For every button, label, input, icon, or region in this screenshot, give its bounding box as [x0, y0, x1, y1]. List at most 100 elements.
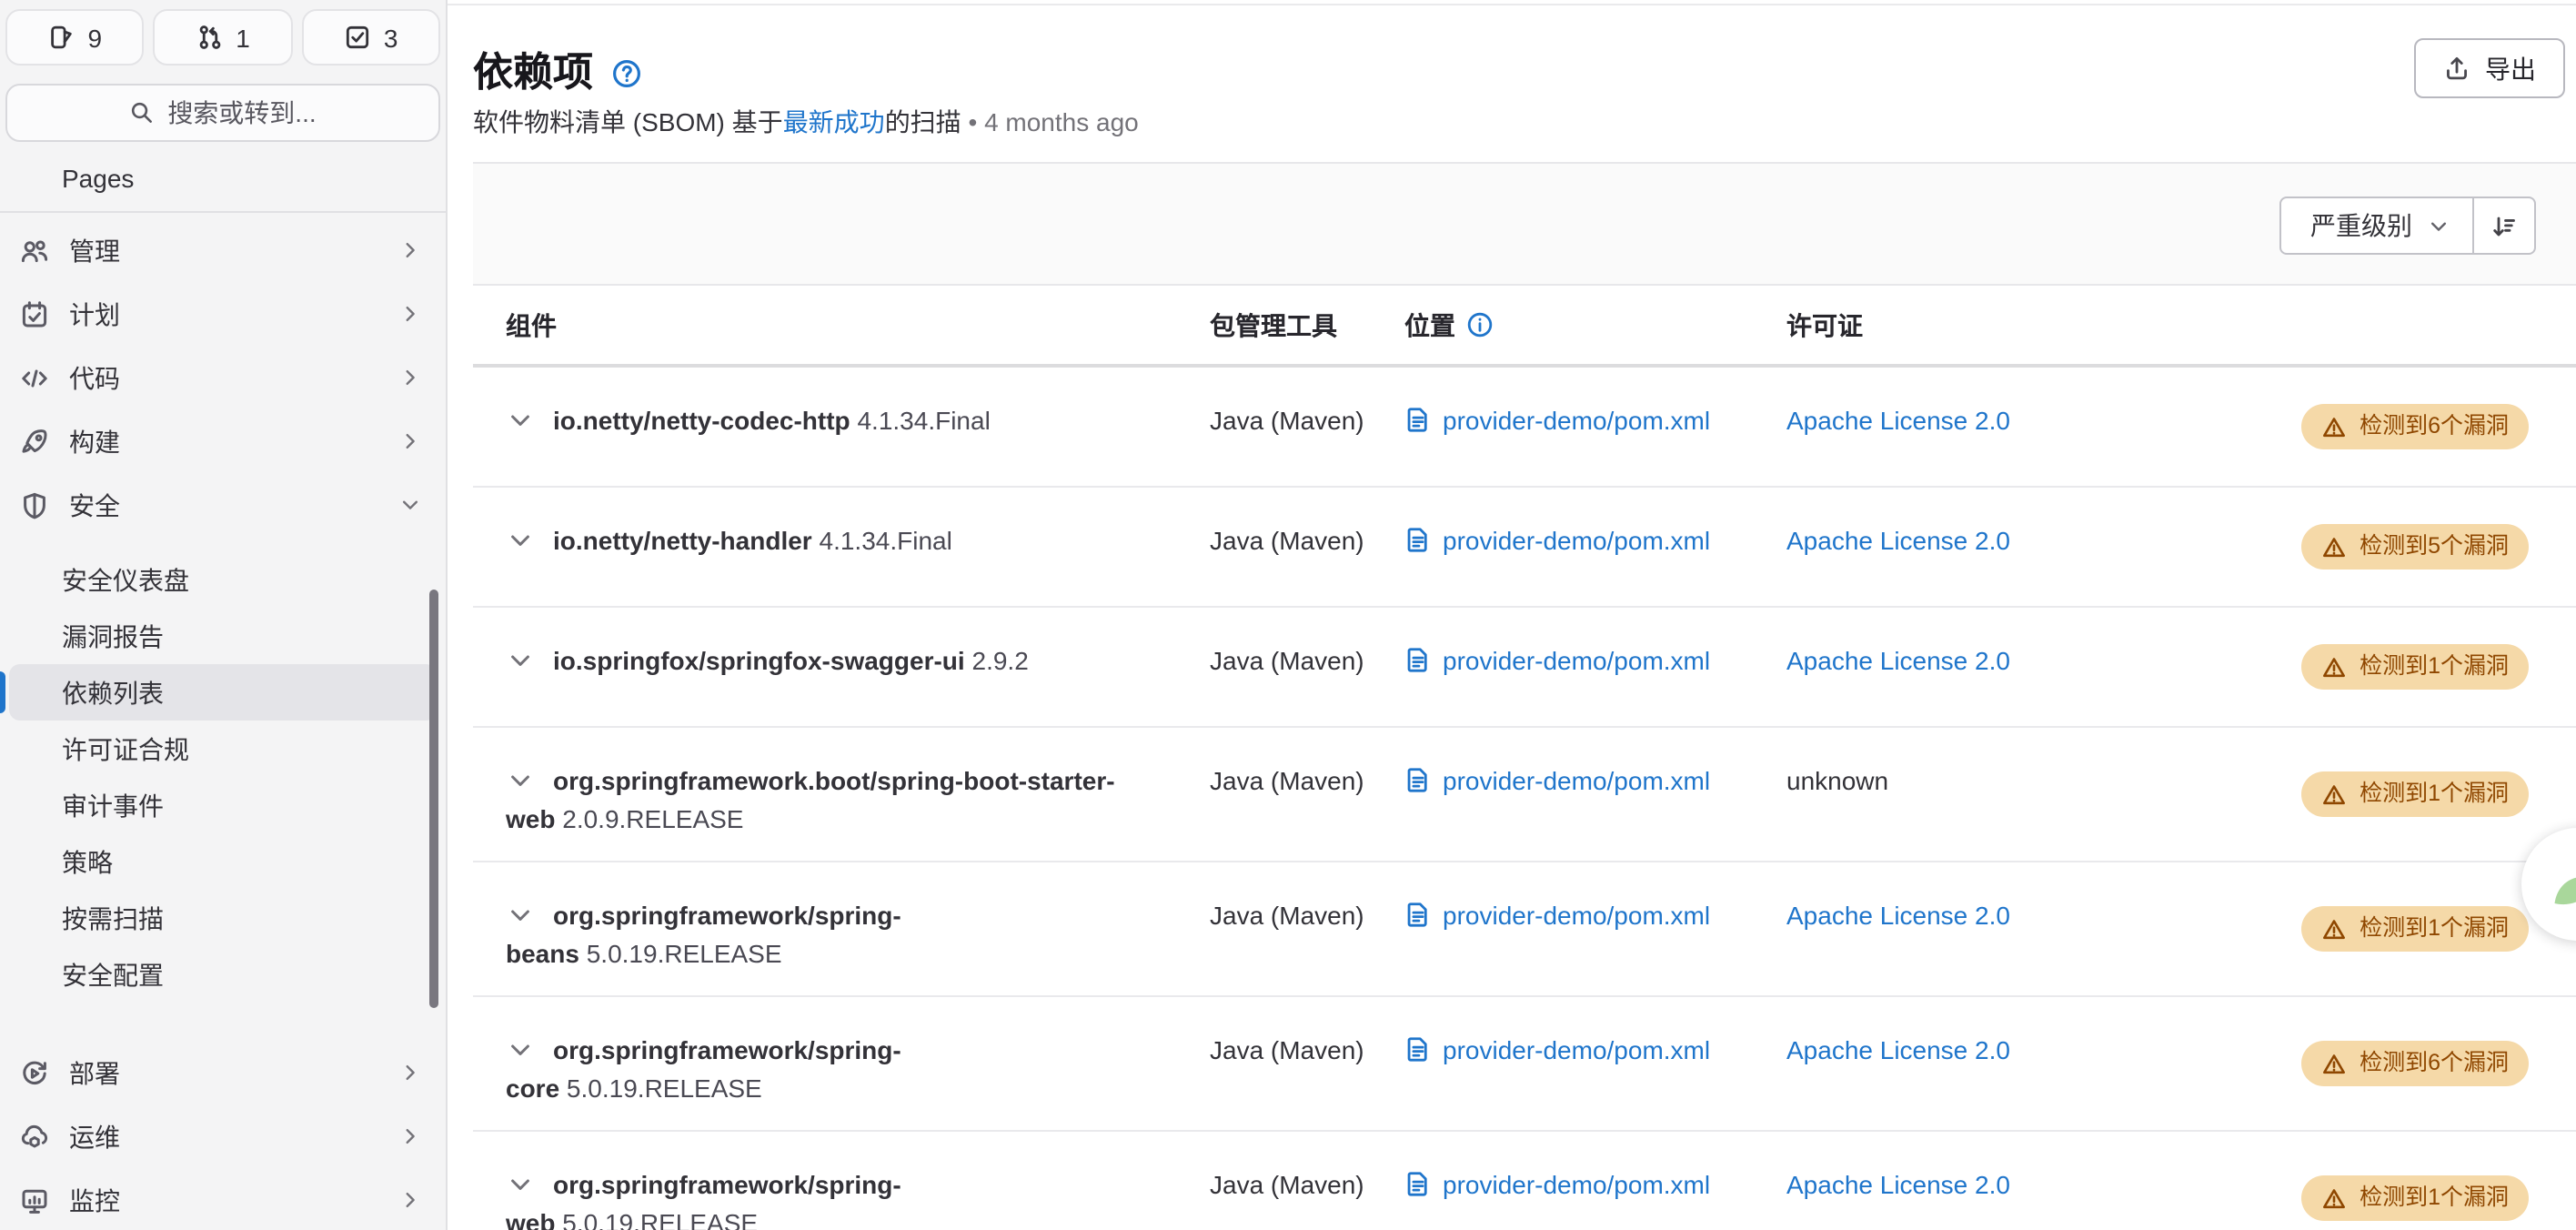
- row-expand-chevron-icon[interactable]: [506, 766, 535, 795]
- counter-button-merge-request[interactable]: 1: [154, 9, 293, 66]
- sort-direction-button[interactable]: [2474, 197, 2536, 255]
- counter-button-todo[interactable]: 3: [301, 9, 440, 66]
- row-expand-chevron-icon[interactable]: [506, 526, 535, 555]
- sidebar-item-label: 构建: [69, 423, 120, 459]
- component-name: org.springframework/spring-: [553, 1035, 901, 1064]
- main-content: 依赖项 软件物料清单 (SBOM) 基于最新成功的扫描 • 4 months a…: [448, 0, 2576, 1230]
- latest-scan-link[interactable]: 最新成功: [783, 107, 885, 136]
- component-version: 5.0.19.RELEASE: [555, 1208, 758, 1230]
- sidebar-item-运维[interactable]: 运维: [9, 1104, 437, 1168]
- location-link[interactable]: provider-demo/pom.xml: [1443, 1170, 1710, 1199]
- sidebar-item-许可证合规[interactable]: 许可证合规: [9, 721, 437, 777]
- component-cell: org.springframework/spring-core 5.0.19.R…: [473, 997, 1210, 1130]
- sidebar-item-label: 代码: [69, 359, 120, 396]
- component-cell: org.springframework/spring-web 5.0.19.RE…: [473, 1132, 1210, 1230]
- license-link[interactable]: Apache License 2.0: [1786, 1035, 2010, 1064]
- sidebar-item-管理[interactable]: 管理: [9, 218, 437, 282]
- component-cell: io.netty/netty-handler 4.1.34.Final: [473, 488, 1210, 606]
- sidebar-item-部署[interactable]: 部署: [9, 1041, 437, 1104]
- vulnerability-cell: 检测到6个漏洞: [2150, 997, 2576, 1130]
- location-cell: provider-demo/pom.xml: [1404, 728, 1786, 861]
- issues-icon: [48, 24, 75, 51]
- sidebar-item-label: 运维: [69, 1118, 120, 1154]
- vulnerability-badge[interactable]: 检测到1个漏洞: [2301, 1175, 2529, 1221]
- row-expand-chevron-icon[interactable]: [506, 406, 535, 435]
- page-subtitle: 软件物料清单 (SBOM) 基于最新成功的扫描 • 4 months ago: [473, 106, 2576, 138]
- sidebar-item-label: 监控: [69, 1182, 120, 1218]
- search-input[interactable]: 搜索或转到...: [5, 84, 440, 142]
- location-link[interactable]: provider-demo/pom.xml: [1443, 1035, 1710, 1064]
- row-expand-chevron-icon[interactable]: [506, 1035, 535, 1064]
- component-version: 2.0.9.RELEASE: [555, 804, 743, 833]
- column-header-location: 位置: [1404, 307, 1786, 343]
- column-header-packager: 包管理工具: [1210, 307, 1404, 343]
- counter-value: 1: [236, 23, 250, 52]
- location-link[interactable]: provider-demo/pom.xml: [1443, 406, 1710, 435]
- license-link[interactable]: Apache License 2.0: [1786, 1170, 2010, 1199]
- info-icon[interactable]: [1466, 311, 1494, 338]
- sidebar-item-安全[interactable]: 安全: [9, 473, 437, 537]
- document-icon: [1404, 766, 1432, 793]
- license-cell: Apache License 2.0: [1786, 608, 2150, 726]
- row-expand-chevron-icon[interactable]: [506, 646, 535, 675]
- warning-icon: [2321, 1051, 2347, 1076]
- sidebar-scrollbar[interactable]: [429, 590, 438, 1008]
- location-link[interactable]: provider-demo/pom.xml: [1443, 901, 1710, 930]
- sidebar-item-计划[interactable]: 计划: [9, 282, 437, 346]
- location-link[interactable]: provider-demo/pom.xml: [1443, 766, 1710, 795]
- sidebar-item-漏洞报告[interactable]: 漏洞报告: [9, 608, 437, 664]
- help-icon[interactable]: [611, 57, 642, 88]
- component-cell: org.springframework.boot/spring-boot-sta…: [473, 728, 1210, 861]
- vulnerability-badge[interactable]: 检测到1个漏洞: [2301, 644, 2529, 690]
- shield-icon: [20, 490, 49, 519]
- vulnerability-badge-label: 检测到6个漏洞: [2360, 408, 2509, 446]
- vulnerability-cell: 检测到1个漏洞: [2150, 728, 2576, 861]
- license-link[interactable]: Apache License 2.0: [1786, 646, 2010, 675]
- vulnerability-badge[interactable]: 检测到1个漏洞: [2301, 771, 2529, 817]
- page-header: 依赖项 软件物料清单 (SBOM) 基于最新成功的扫描 • 4 months a…: [473, 0, 2576, 138]
- sidebar-item-依赖列表[interactable]: 依赖列表: [9, 664, 437, 721]
- search-placeholder: 搜索或转到...: [167, 95, 316, 131]
- component-name-wrap: core: [506, 1074, 559, 1103]
- sidebar-item-label: 许可证合规: [62, 731, 189, 767]
- chevron-down-icon: [2427, 214, 2450, 237]
- vulnerability-badge[interactable]: 检测到1个漏洞: [2301, 906, 2529, 952]
- calendar-icon: [20, 299, 49, 328]
- counter-value: 3: [384, 23, 398, 52]
- location-link[interactable]: provider-demo/pom.xml: [1443, 646, 1710, 675]
- sort-descending-icon: [2490, 212, 2518, 239]
- warning-icon: [2321, 414, 2347, 439]
- table-row: io.netty/netty-handler 4.1.34.FinalJava …: [473, 486, 2576, 606]
- sidebar-item-安全仪表盘[interactable]: 安全仪表盘: [9, 551, 437, 608]
- sidebar-item-按需扫描[interactable]: 按需扫描: [9, 890, 437, 946]
- sidebar-item-监控[interactable]: 监控: [9, 1168, 437, 1230]
- row-expand-chevron-icon[interactable]: [506, 901, 535, 930]
- component-name: io.netty/netty-codec-http: [553, 406, 850, 435]
- counter-button-issues[interactable]: 9: [5, 9, 145, 66]
- sidebar-item-Pages[interactable]: Pages: [9, 149, 437, 206]
- sidebar-item-策略[interactable]: 策略: [9, 833, 437, 890]
- chevron-right-icon: [398, 302, 422, 326]
- location-cell: provider-demo/pom.xml: [1404, 608, 1786, 726]
- sidebar-item-构建[interactable]: 构建: [9, 409, 437, 473]
- location-cell: provider-demo/pom.xml: [1404, 488, 1786, 606]
- severity-filter-dropdown[interactable]: 严重级别: [2279, 197, 2474, 255]
- license-link[interactable]: Apache License 2.0: [1786, 406, 2010, 435]
- sidebar-item-安全配置[interactable]: 安全配置: [9, 946, 437, 1003]
- sidebar-item-label: 部署: [69, 1054, 120, 1091]
- row-expand-chevron-icon[interactable]: [506, 1170, 535, 1199]
- vulnerability-badge[interactable]: 检测到6个漏洞: [2301, 1041, 2529, 1086]
- license-link[interactable]: Apache License 2.0: [1786, 901, 2010, 930]
- chevron-right-icon: [398, 238, 422, 262]
- chevron-right-icon: [398, 429, 422, 453]
- sidebar-item-label: 管理: [69, 232, 120, 268]
- location-link[interactable]: provider-demo/pom.xml: [1443, 526, 1710, 555]
- sidebar-item-审计事件[interactable]: 审计事件: [9, 777, 437, 833]
- vulnerability-badge[interactable]: 检测到5个漏洞: [2301, 524, 2529, 570]
- sidebar-item-代码[interactable]: 代码: [9, 346, 437, 409]
- license-link[interactable]: Apache License 2.0: [1786, 526, 2010, 555]
- export-button[interactable]: 导出: [2414, 38, 2565, 98]
- vulnerability-badge[interactable]: 检测到6个漏洞: [2301, 404, 2529, 449]
- column-header-component: 组件: [473, 307, 1210, 343]
- filter-toolbar: 严重级别: [473, 162, 2576, 286]
